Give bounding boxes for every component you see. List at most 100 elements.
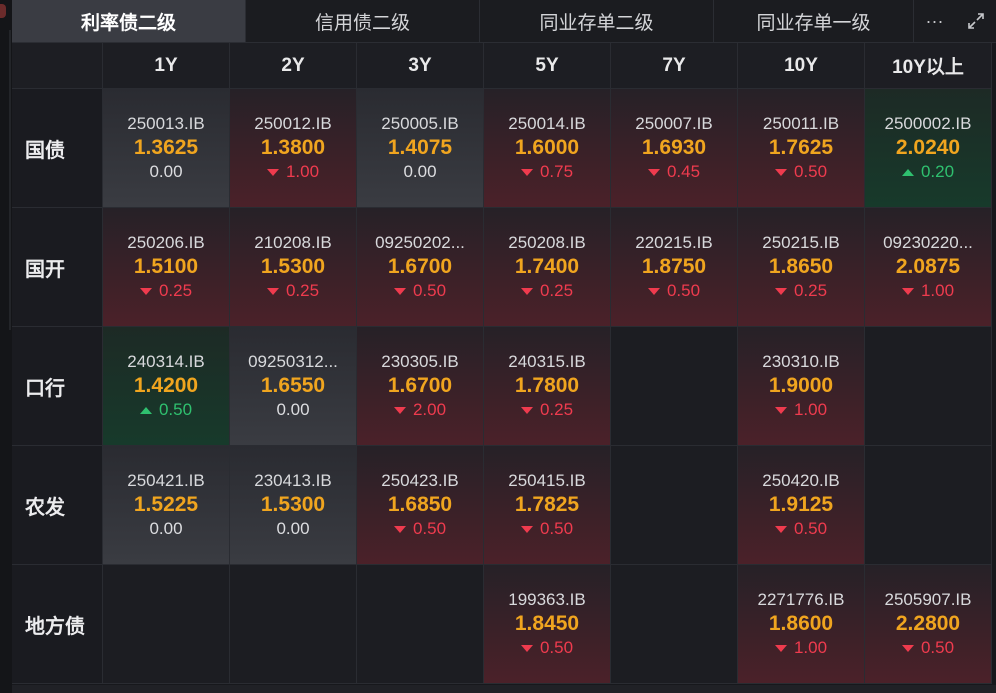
change-value: 0.50 [774, 161, 827, 183]
change-value: 0.50 [647, 280, 701, 302]
quote-cell[interactable]: 250421.IB 1.5225 0.00 [103, 446, 230, 565]
arrow-down-icon [901, 644, 914, 652]
quote-cell[interactable]: 2271776.IB 1.8600 1.00 [738, 565, 865, 684]
quote-cell[interactable]: 250423.IB 1.6850 0.50 [357, 446, 484, 565]
yield-rate: 1.6000 [514, 136, 580, 159]
tab-ncd-secondary[interactable]: 同业存单二级 [480, 0, 714, 42]
change-text: 0.25 [539, 400, 574, 419]
row-label: 国债 [12, 89, 103, 208]
more-icon[interactable]: ··· [920, 6, 950, 36]
bond-code: 230413.IB [254, 471, 332, 490]
row-label: 农发 [12, 446, 103, 565]
quote-cell[interactable]: 240315.IB 1.7800 0.25 [484, 327, 611, 446]
quote-cell[interactable]: 230413.IB 1.5300 0.00 [230, 446, 357, 565]
bond-code: 250011.IB [762, 114, 840, 133]
bond-code: 230305.IB [381, 352, 459, 371]
yield-matrix: 1Y 2Y 3Y 5Y 7Y 10Y 10Y以上 国债 250013.IB 1.36… [12, 43, 996, 684]
empty-cell [611, 327, 738, 446]
quote-cell[interactable]: 250014.IB 1.6000 0.75 [484, 89, 611, 208]
yield-rate: 1.8650 [768, 255, 834, 278]
quote-cell[interactable]: 220215.IB 1.8750 0.50 [611, 208, 738, 327]
yield-rate: 1.8450 [514, 612, 580, 635]
bond-code: 250421.IB [127, 471, 205, 490]
quote-cell[interactable]: 210208.IB 1.5300 0.25 [230, 208, 357, 327]
bond-code: 250206.IB [127, 233, 205, 252]
quote-cell[interactable]: 250011.IB 1.7625 0.50 [738, 89, 865, 208]
change-value: 0.00 [403, 161, 436, 183]
yield-rate: 2.0240 [895, 136, 961, 159]
change-text: 0.50 [539, 638, 574, 657]
bond-code: 250007.IB [635, 114, 713, 133]
bond-code: 250005.IB [381, 114, 459, 133]
yield-rate: 1.3625 [133, 136, 199, 159]
bond-code: 220215.IB [635, 233, 713, 252]
column-header: 10Y [738, 43, 865, 89]
expand-icon[interactable] [961, 6, 991, 36]
change-value: 1.00 [266, 161, 319, 183]
empty-cell [865, 446, 992, 565]
row-label: 地方债 [12, 565, 103, 684]
yield-rate: 2.0875 [895, 255, 961, 278]
arrow-up-icon [901, 168, 914, 176]
tab-bar: 利率债二级 信用债二级 同业存单二级 同业存单一级 ··· [12, 0, 996, 43]
empty-cell [865, 327, 992, 446]
yield-rate: 1.6850 [387, 493, 453, 516]
yield-rate: 1.7625 [768, 136, 834, 159]
change-value: 0.45 [647, 161, 700, 183]
column-header: 3Y [357, 43, 484, 89]
change-value: 0.50 [393, 280, 446, 302]
arrow-down-icon [393, 287, 406, 295]
quote-cell[interactable]: 250215.IB 1.8650 0.25 [738, 208, 865, 327]
quote-cell[interactable]: 250007.IB 1.6930 0.45 [611, 89, 738, 208]
quote-cell[interactable]: 250012.IB 1.3800 1.00 [230, 89, 357, 208]
change-text: 0.20 [920, 162, 955, 181]
yield-rate: 1.7825 [514, 493, 580, 516]
yield-rate: 1.4075 [387, 136, 453, 159]
change-text: 0.50 [793, 519, 828, 538]
change-text: 0.00 [149, 519, 183, 538]
change-text: 0.50 [666, 281, 701, 300]
quote-cell[interactable]: 2505907.IB 2.2800 0.50 [865, 565, 992, 684]
bond-code: 250423.IB [381, 471, 459, 490]
bond-code: 09250312... [248, 352, 338, 371]
tab-credit-bond-secondary[interactable]: 信用债二级 [246, 0, 480, 42]
quote-cell[interactable]: 09250202... 1.6700 0.50 [357, 208, 484, 327]
tab-ncd-primary[interactable]: 同业存单一级 [714, 0, 914, 42]
change-value: 0.25 [520, 280, 573, 302]
bond-code: 250012.IB [254, 114, 332, 133]
quote-cell[interactable]: 09230220... 2.0875 1.00 [865, 208, 992, 327]
quote-cell[interactable]: 240314.IB 1.4200 0.50 [103, 327, 230, 446]
quote-cell[interactable]: 199363.IB 1.8450 0.50 [484, 565, 611, 684]
yield-rate: 1.6700 [387, 374, 453, 397]
bond-code: 09230220... [883, 233, 973, 252]
arrow-down-icon [393, 525, 406, 533]
change-value: 0.50 [901, 637, 955, 659]
quote-cell[interactable]: 250415.IB 1.7825 0.50 [484, 446, 611, 565]
quote-cell[interactable]: 250013.IB 1.3625 0.00 [103, 89, 230, 208]
yield-rate: 1.3800 [260, 136, 326, 159]
change-text: 0.50 [539, 519, 574, 538]
quote-cell[interactable]: 2500002.IB 2.0240 0.20 [865, 89, 992, 208]
change-value: 1.00 [774, 637, 827, 659]
quote-cell[interactable]: 250208.IB 1.7400 0.25 [484, 208, 611, 327]
table-row: 国开 250206.IB 1.5100 0.25 210208.IB 1.5300 0.25… [12, 208, 996, 327]
quote-cell[interactable]: 250206.IB 1.5100 0.25 [103, 208, 230, 327]
quote-cell[interactable]: 250420.IB 1.9125 0.50 [738, 446, 865, 565]
tab-rate-bond-secondary[interactable]: 利率债二级 [12, 0, 246, 42]
bond-code: 240315.IB [508, 352, 586, 371]
change-text: 0.25 [793, 281, 828, 300]
change-text: 0.50 [920, 638, 955, 657]
row-label: 国开 [12, 208, 103, 327]
quote-cell[interactable]: 230310.IB 1.9000 1.00 [738, 327, 865, 446]
change-value: 2.00 [393, 399, 447, 421]
arrow-down-icon [520, 644, 533, 652]
arrow-down-icon [774, 168, 787, 176]
quote-cell[interactable]: 250005.IB 1.4075 0.00 [357, 89, 484, 208]
quote-cell[interactable]: 09250312... 1.6550 0.00 [230, 327, 357, 446]
arrow-down-icon [139, 287, 152, 295]
collapse-handle[interactable] [0, 4, 6, 18]
change-text: 0.00 [403, 162, 437, 181]
empty-cell [103, 565, 230, 684]
change-text: 2.00 [412, 400, 447, 419]
quote-cell[interactable]: 230305.IB 1.6700 2.00 [357, 327, 484, 446]
